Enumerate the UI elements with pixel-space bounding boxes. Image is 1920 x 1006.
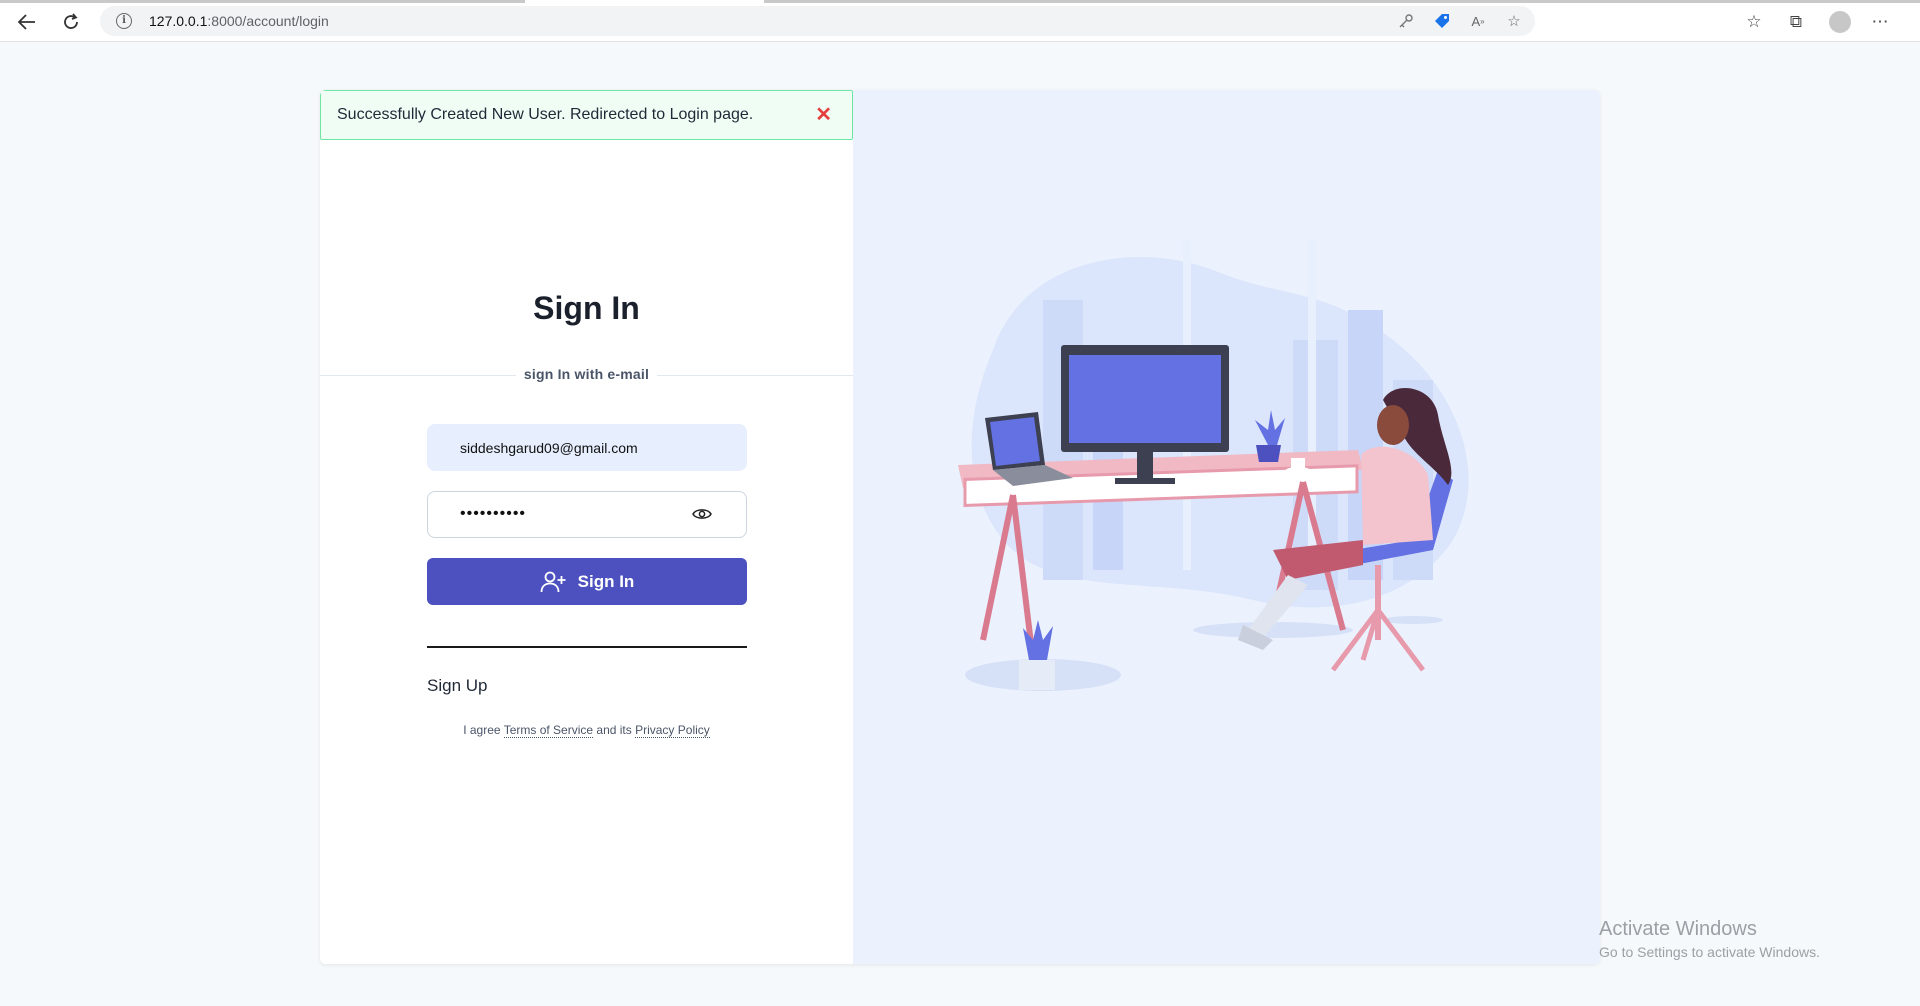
info-icon[interactable]: i bbox=[116, 13, 132, 29]
sign-up-link[interactable]: Sign Up bbox=[427, 676, 487, 696]
divider-label: sign In with e-mail bbox=[515, 366, 658, 382]
email-field[interactable]: siddeshgarud09@gmail.com bbox=[427, 424, 747, 471]
collections-icon[interactable]: ⧉ bbox=[1782, 9, 1810, 35]
read-aloud-icon[interactable]: A» bbox=[1467, 10, 1489, 32]
windows-activation-watermark: Activate Windows Go to Settings to activ… bbox=[1599, 918, 1820, 960]
key-icon[interactable] bbox=[1395, 10, 1417, 32]
watermark-subtitle: Go to Settings to activate Windows. bbox=[1599, 944, 1820, 960]
password-field[interactable]: •••••••••• bbox=[427, 491, 747, 538]
separator bbox=[427, 646, 747, 648]
password-value: •••••••••• bbox=[460, 505, 527, 522]
sign-in-button[interactable]: Sign In bbox=[427, 558, 747, 605]
terms-text: I agree Terms of Service and its Privacy… bbox=[463, 723, 710, 738]
page-title: Sign In bbox=[533, 290, 640, 326]
url-text: 127.0.0.1:8000/account/login bbox=[149, 13, 329, 29]
refresh-icon[interactable] bbox=[58, 9, 84, 35]
profile-icon[interactable] bbox=[1824, 9, 1852, 35]
illustration-pane bbox=[853, 90, 1600, 964]
more-icon[interactable]: ⋯ bbox=[1866, 9, 1894, 35]
tag-icon[interactable] bbox=[1431, 10, 1453, 32]
form-pane: Successfully Created New User. Redirecte… bbox=[320, 90, 853, 964]
address-bar[interactable]: i 127.0.0.1:8000/account/login A» ☆ bbox=[100, 6, 1535, 36]
watermark-title: Activate Windows bbox=[1599, 918, 1757, 940]
tab-strip-edge bbox=[0, 0, 1920, 3]
divider-label-wrap: sign In with e-mail bbox=[320, 366, 853, 384]
favorite-star-icon[interactable]: ☆ bbox=[1503, 10, 1525, 32]
user-plus-icon bbox=[540, 571, 566, 592]
sign-in-label: Sign In bbox=[577, 571, 635, 591]
success-alert: Successfully Created New User. Redirecte… bbox=[320, 90, 853, 140]
eye-icon[interactable] bbox=[692, 507, 712, 521]
close-icon[interactable]: ✕ bbox=[815, 102, 832, 127]
back-arrow-icon[interactable] bbox=[14, 9, 40, 35]
privacy-policy-link[interactable]: Privacy Policy bbox=[635, 723, 710, 738]
alert-message: Successfully Created New User. Redirecte… bbox=[337, 106, 754, 123]
login-card: Successfully Created New User. Redirecte… bbox=[320, 90, 1600, 964]
browser-toolbar: i 127.0.0.1:8000/account/login A» ☆ ☆ ⧉ … bbox=[0, 0, 1920, 42]
terms-of-service-link[interactable]: Terms of Service bbox=[503, 723, 594, 738]
email-value: siddeshgarud09@gmail.com bbox=[460, 440, 638, 456]
favorites-icon[interactable]: ☆ bbox=[1740, 9, 1768, 35]
workspace-illustration bbox=[958, 240, 1469, 691]
